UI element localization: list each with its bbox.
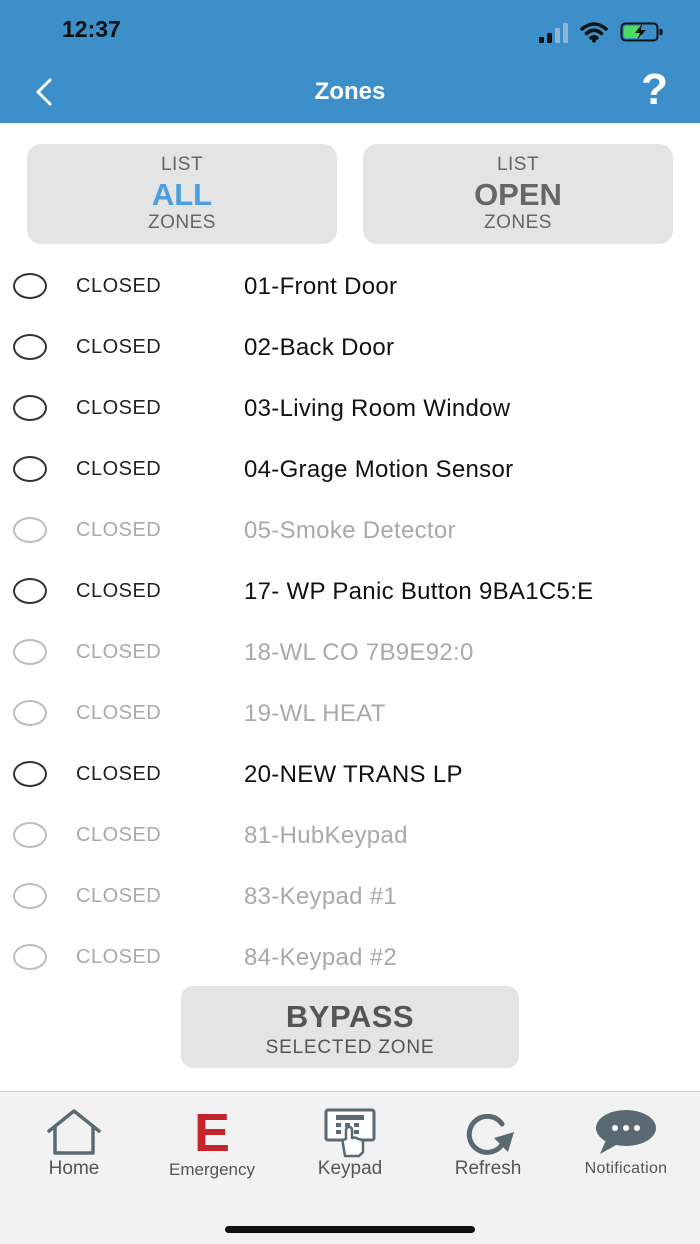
chat-bubble-icon xyxy=(596,1110,656,1154)
nav-notification-label: Notification xyxy=(584,1160,668,1177)
zone-status: CLOSED xyxy=(76,580,162,602)
zone-status: CLOSED xyxy=(76,885,162,907)
zone-row: CLOSED 81-HubKeypad xyxy=(0,805,700,866)
app-header: 12:37 Zones ? xyxy=(0,0,700,123)
zone-radio xyxy=(13,517,47,543)
zone-name: 01-Front Door xyxy=(244,272,398,300)
zone-status: CLOSED xyxy=(76,702,162,724)
list-all-bottom-label: ZONES xyxy=(148,212,216,233)
zone-status: CLOSED xyxy=(76,641,162,663)
refresh-icon xyxy=(466,1113,514,1155)
nav-keypad[interactable]: Keypad xyxy=(280,1092,420,1192)
bypass-main-label: BYPASS xyxy=(285,999,415,1034)
page-title: Zones xyxy=(314,78,386,105)
home-indicator[interactable] xyxy=(225,1226,475,1233)
list-all-top-label: LIST xyxy=(160,154,204,175)
zone-row[interactable]: CLOSED 20-NEW TRANS LP xyxy=(0,744,700,805)
zone-row[interactable]: CLOSED 17- WP Panic Button 9BA1C5:E xyxy=(0,561,700,622)
nav-refresh-label: Refresh xyxy=(454,1158,522,1179)
bottom-nav: Home E Emergency Keypad Refresh Notifica… xyxy=(0,1091,700,1244)
nav-notification[interactable]: Notification xyxy=(556,1092,696,1192)
list-open-top-label: LIST xyxy=(496,154,540,175)
status-time: 12:37 xyxy=(62,16,121,42)
zone-radio xyxy=(13,700,47,726)
zone-radio[interactable] xyxy=(13,334,47,360)
zone-status: CLOSED xyxy=(76,946,162,968)
nav-home-label: Home xyxy=(48,1158,100,1179)
zone-name: 84-Keypad #2 xyxy=(244,943,398,971)
zone-row: CLOSED 18-WL CO 7B9E92:0 xyxy=(0,622,700,683)
zone-radio[interactable] xyxy=(13,761,47,787)
zone-status: CLOSED xyxy=(76,458,162,480)
list-open-bottom-label: ZONES xyxy=(484,212,552,233)
nav-emergency[interactable]: E Emergency xyxy=(142,1092,282,1192)
zone-name: 81-HubKeypad xyxy=(244,821,408,849)
zone-status: CLOSED xyxy=(76,824,162,846)
zone-row: CLOSED 19-WL HEAT xyxy=(0,683,700,744)
zone-name: 05-Smoke Detector xyxy=(244,516,456,544)
zone-radio xyxy=(13,883,47,909)
cellular-signal-icon xyxy=(539,21,568,43)
zone-list: CLOSED 01-Front Door CLOSED 02-Back Door… xyxy=(0,256,700,988)
zone-status: CLOSED xyxy=(76,397,162,419)
zone-radio xyxy=(13,944,47,970)
battery-charging-icon xyxy=(620,22,663,42)
zone-name: 19-WL HEAT xyxy=(244,699,386,727)
bypass-sub-label: SELECTED ZONE xyxy=(265,1037,435,1058)
zone-row: CLOSED 83-Keypad #1 xyxy=(0,866,700,927)
zone-row[interactable]: CLOSED 03-Living Room Window xyxy=(0,378,700,439)
zone-status: CLOSED xyxy=(76,275,162,297)
zone-row[interactable]: CLOSED 02-Back Door xyxy=(0,317,700,378)
nav-keypad-label: Keypad xyxy=(317,1158,383,1179)
zone-row: CLOSED 84-Keypad #2 xyxy=(0,927,700,988)
nav-emergency-label: Emergency xyxy=(169,1160,255,1179)
zone-status: CLOSED xyxy=(76,336,162,358)
help-button[interactable]: ? xyxy=(641,66,668,114)
list-all-main-label: ALL xyxy=(151,177,213,212)
zone-radio xyxy=(13,822,47,848)
zone-status: CLOSED xyxy=(76,763,162,785)
status-icons xyxy=(539,18,664,46)
zone-name: 03-Living Room Window xyxy=(244,394,511,422)
zone-name: 20-NEW TRANS LP xyxy=(244,760,463,788)
zone-radio[interactable] xyxy=(13,273,47,299)
list-open-main-label: OPEN xyxy=(474,177,562,212)
zone-name: 18-WL CO 7B9E92:0 xyxy=(244,638,474,666)
zone-radio[interactable] xyxy=(13,578,47,604)
nav-home[interactable]: Home xyxy=(4,1092,144,1192)
zone-status: CLOSED xyxy=(76,519,162,541)
nav-refresh[interactable]: Refresh xyxy=(418,1092,558,1192)
zone-row: CLOSED 05-Smoke Detector xyxy=(0,500,700,561)
zone-radio[interactable] xyxy=(13,395,47,421)
zone-radio[interactable] xyxy=(13,456,47,482)
zone-radio xyxy=(13,639,47,665)
emergency-icon: E xyxy=(193,1103,231,1163)
zone-name: 04-Grage Motion Sensor xyxy=(244,455,514,483)
keypad-icon xyxy=(324,1108,376,1158)
bypass-selected-zone-button[interactable]: BYPASS SELECTED ZONE xyxy=(181,986,519,1068)
zone-name: 17- WP Panic Button 9BA1C5:E xyxy=(244,577,594,605)
wifi-icon xyxy=(580,22,608,43)
zone-name: 02-Back Door xyxy=(244,333,395,361)
home-icon xyxy=(47,1109,101,1155)
list-all-zones-button[interactable]: LIST ALL ZONES xyxy=(27,144,337,244)
zone-row[interactable]: CLOSED 01-Front Door xyxy=(0,256,700,317)
zone-name: 83-Keypad #1 xyxy=(244,882,398,910)
zone-row[interactable]: CLOSED 04-Grage Motion Sensor xyxy=(0,439,700,500)
list-open-zones-button[interactable]: LIST OPEN ZONES xyxy=(363,144,673,244)
